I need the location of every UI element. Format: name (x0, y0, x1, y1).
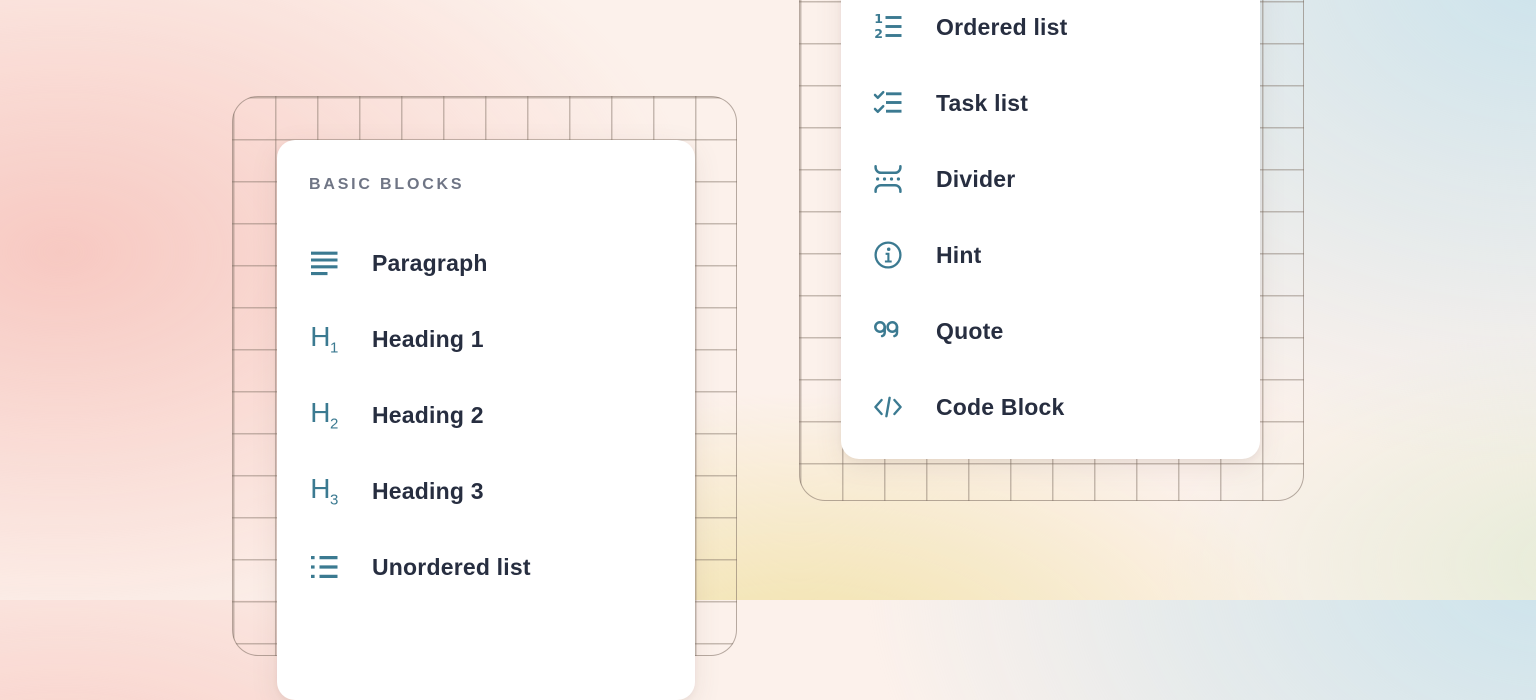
menu-item-label: Heading 2 (372, 402, 484, 429)
menu-item-paragraph[interactable]: Paragraph (277, 225, 695, 301)
menu-item-label: Divider (936, 166, 1015, 193)
menu-item-hint[interactable]: Hint (841, 217, 1260, 293)
menu-item-label: Code Block (936, 394, 1065, 421)
menu-item-quote[interactable]: Quote (841, 293, 1260, 369)
heading-3-icon: H3 (309, 476, 339, 506)
svg-text:1: 1 (874, 12, 883, 26)
menu-item-label: Ordered list (936, 14, 1068, 41)
divider-icon (873, 164, 903, 194)
menu-item-list: 12 Ordered list Task list Divider Hint Quote C… (841, 0, 1260, 445)
menu-item-label: Heading 3 (372, 478, 484, 505)
block-menu-basic-blocks: BASIC BLOCKS Paragraph H1 Heading 1 H2 Headi… (277, 140, 695, 700)
menu-item-unordered-list[interactable]: Unordered list (277, 529, 695, 605)
section-label-basic-blocks: BASIC BLOCKS (309, 176, 695, 195)
menu-item-label: Heading 1 (372, 326, 484, 353)
menu-item-label: Paragraph (372, 250, 488, 277)
menu-item-heading-3[interactable]: H3 Heading 3 (277, 453, 695, 529)
menu-item-label: Task list (936, 90, 1028, 117)
paragraph-icon (309, 248, 339, 278)
svg-text:2: 2 (874, 26, 883, 41)
menu-item-heading-2[interactable]: H2 Heading 2 (277, 377, 695, 453)
menu-item-divider[interactable]: Divider (841, 141, 1260, 217)
unordered-list-icon (309, 552, 339, 582)
task-list-icon (873, 88, 903, 118)
heading-2-icon: H2 (309, 400, 339, 430)
menu-item-code-block[interactable]: Code Block (841, 369, 1260, 445)
ordered-list-icon: 12 (873, 12, 903, 42)
menu-item-heading-1[interactable]: H1 Heading 1 (277, 301, 695, 377)
menu-item-ordered-list[interactable]: 12 Ordered list (841, 0, 1260, 65)
code-block-icon (873, 392, 903, 422)
block-menu-continued: 12 Ordered list Task list Divider Hint Quote C… (841, 0, 1260, 459)
menu-item-task-list[interactable]: Task list (841, 65, 1260, 141)
menu-item-label: Quote (936, 318, 1003, 345)
menu-item-label: Unordered list (372, 554, 531, 581)
menu-item-list: Paragraph H1 Heading 1 H2 Heading 2 H3 Heading… (277, 225, 695, 605)
heading-1-icon: H1 (309, 324, 339, 354)
hint-icon (873, 240, 903, 270)
menu-item-label: Hint (936, 242, 982, 269)
quote-icon (873, 316, 903, 346)
